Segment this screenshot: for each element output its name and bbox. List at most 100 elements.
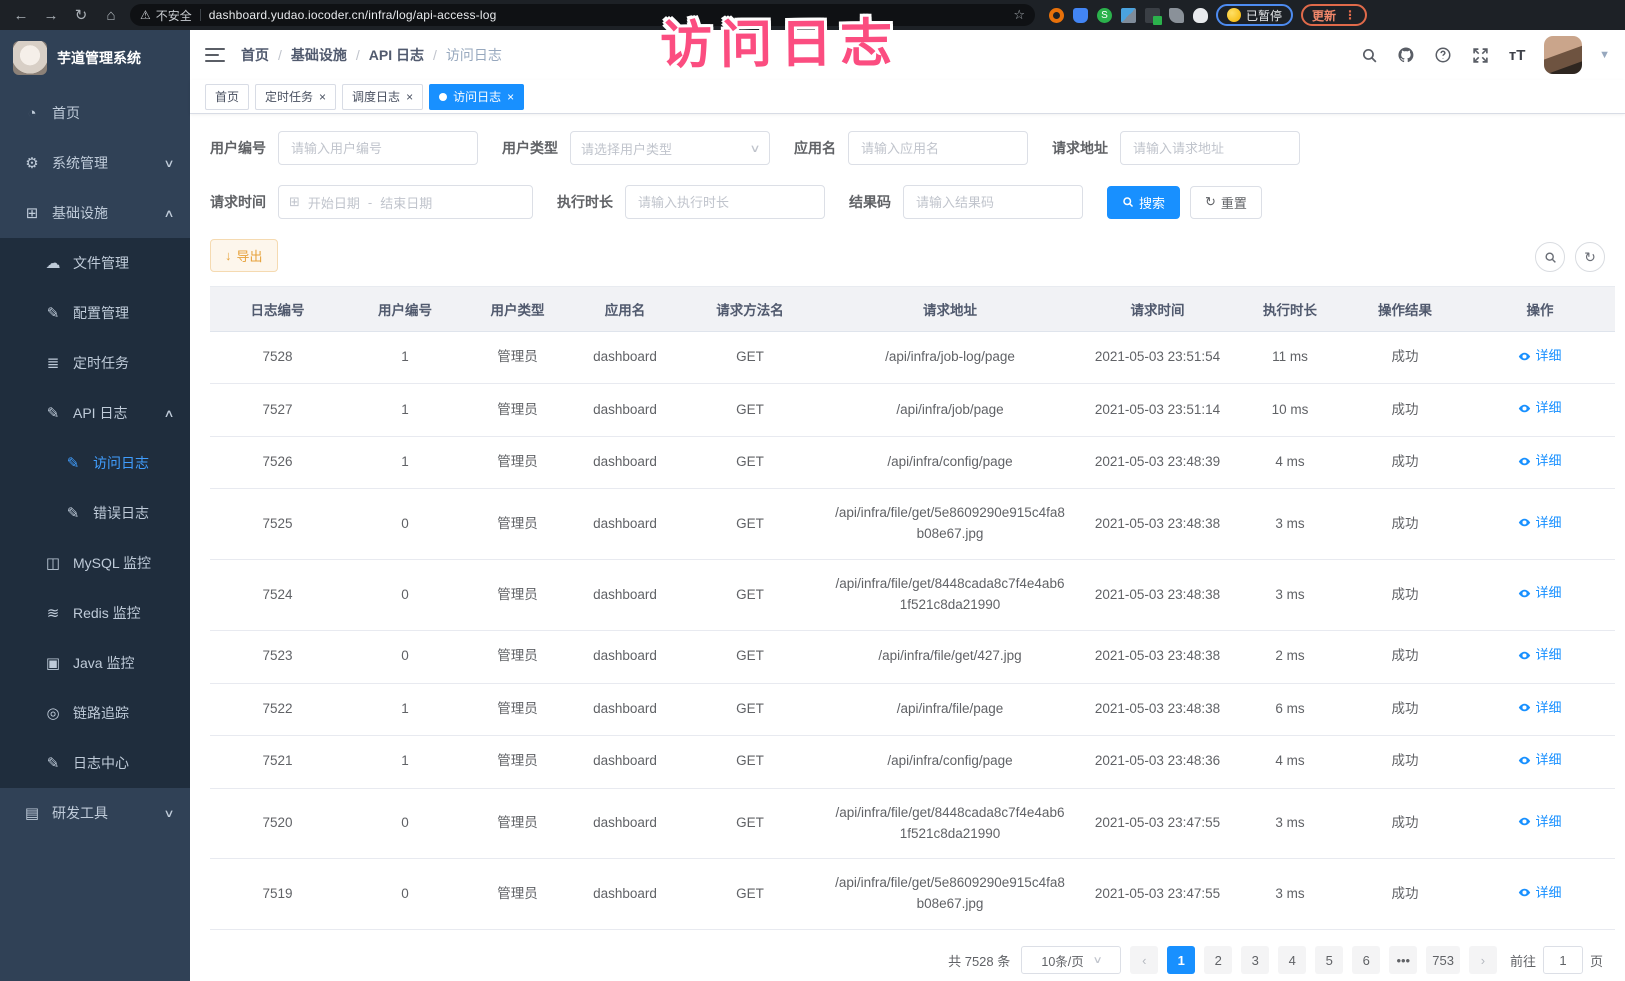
sidebar-item-config[interactable]: ✎配置管理 <box>0 288 190 338</box>
user-type-select[interactable]: 请选择用户类型 ∨ <box>570 131 770 165</box>
sidebar-toggle-icon[interactable] <box>205 48 225 62</box>
address-bar[interactable]: ⚠不安全 dashboard.yudao.iocoder.cn/infra/lo… <box>130 4 1035 26</box>
more-pages-button[interactable]: ••• <box>1389 946 1417 974</box>
font-size-icon[interactable]: ᴛT <box>1507 45 1527 65</box>
close-icon[interactable]: × <box>319 90 326 104</box>
sidebar-logo[interactable]: 芋道管理系统 <box>0 30 190 86</box>
column-header: 请求地址 <box>820 287 1080 332</box>
tag-job[interactable]: 定时任务× <box>255 84 336 110</box>
sidebar-item-system[interactable]: ⚙系统管理∨ <box>0 138 190 188</box>
sidebar-item-home[interactable]: ◔首页 <box>0 88 190 138</box>
access-log-table: 日志编号用户编号用户类型应用名请求方法名请求地址请求时间执行时长操作结果操作 7… <box>210 286 1615 930</box>
refresh-table-button[interactable]: ↻ <box>1575 242 1605 272</box>
fullscreen-icon[interactable] <box>1470 45 1490 65</box>
help-icon[interactable] <box>1433 45 1453 65</box>
page-button-6[interactable]: 6 <box>1352 946 1380 974</box>
page-buttons: 123456 ••• 753 <box>1167 946 1460 974</box>
cell-url: /api/infra/job-log/page <box>820 332 1080 384</box>
github-icon[interactable] <box>1396 45 1416 65</box>
detail-link[interactable]: 详细 <box>1518 513 1561 533</box>
sidebar-item-mysql[interactable]: ◫MySQL 监控 <box>0 538 190 588</box>
page-button-3[interactable]: 3 <box>1241 946 1269 974</box>
browser-reload-button[interactable]: ↻ <box>70 6 92 24</box>
extension-icon[interactable] <box>1049 8 1064 23</box>
prev-page-button[interactable]: ‹ <box>1130 946 1158 974</box>
extension-icon[interactable] <box>1073 8 1088 23</box>
request-url-input[interactable] <box>1120 131 1300 165</box>
extensions-puzzle-icon[interactable] <box>1193 8 1208 23</box>
detail-link[interactable]: 详细 <box>1518 883 1561 903</box>
goto-page-input[interactable] <box>1543 946 1583 974</box>
sidebar-item-job[interactable]: ≣定时任务 <box>0 338 190 388</box>
sidebar-item-redis[interactable]: ≋Redis 监控 <box>0 588 190 638</box>
extension-icon[interactable] <box>1121 8 1136 23</box>
page-button-5[interactable]: 5 <box>1315 946 1343 974</box>
extension-icon[interactable] <box>1169 8 1184 23</box>
toggle-search-button[interactable] <box>1535 242 1565 272</box>
bookmark-star-icon[interactable]: ☆ <box>1013 7 1025 23</box>
user-avatar[interactable] <box>1544 36 1582 74</box>
sidebar-item-error-log[interactable]: ✎错误日志 <box>0 488 190 538</box>
app-name-input[interactable] <box>848 131 1028 165</box>
sidebar-item-api-log[interactable]: ✎API 日志∧ <box>0 388 190 438</box>
cell-time: 2021-05-03 23:51:14 <box>1080 384 1235 436</box>
security-warning[interactable]: ⚠不安全 <box>140 7 192 24</box>
detail-link[interactable]: 详细 <box>1518 698 1561 718</box>
detail-link[interactable]: 详细 <box>1518 645 1561 665</box>
next-page-button[interactable]: › <box>1469 946 1497 974</box>
sidebar-item-label: 错误日志 <box>93 503 149 523</box>
browser-menu-icon[interactable]: ⋮ <box>1344 8 1356 22</box>
browser-back-button[interactable]: ← <box>10 7 32 24</box>
detail-link[interactable]: 详细 <box>1518 346 1561 366</box>
page-size-select[interactable]: 10条/页 ∨ <box>1021 946 1121 974</box>
result-code-input[interactable] <box>903 185 1083 219</box>
sidebar-item-log-center[interactable]: ✎日志中心 <box>0 738 190 788</box>
breadcrumb-item[interactable]: 基础设施 <box>291 45 347 65</box>
tag-label: 首页 <box>215 88 239 105</box>
chevron-down-icon[interactable]: ▼ <box>1599 49 1610 61</box>
cell-time: 2021-05-03 23:48:38 <box>1080 683 1235 735</box>
tag-job-log[interactable]: 调度日志× <box>342 84 423 110</box>
page-button-753[interactable]: 753 <box>1426 946 1460 974</box>
detail-link[interactable]: 详细 <box>1518 451 1561 471</box>
tag-access-log[interactable]: 访问日志× <box>429 84 524 110</box>
detail-link[interactable]: 详细 <box>1518 750 1561 770</box>
cell-id: 7522 <box>210 683 345 735</box>
browser-forward-button[interactable]: → <box>40 7 62 24</box>
extension-icon[interactable] <box>1145 8 1160 23</box>
sidebar-item-dev-tools[interactable]: ▤研发工具∨ <box>0 788 190 838</box>
browser-update-button[interactable]: 更新 ⋮ <box>1301 4 1367 26</box>
breadcrumb-item[interactable]: 首页 <box>241 45 269 65</box>
breadcrumb-item[interactable]: API 日志 <box>369 45 424 65</box>
detail-link[interactable]: 详细 <box>1518 398 1561 418</box>
tag-home[interactable]: 首页 <box>205 84 249 110</box>
detail-link[interactable]: 详细 <box>1518 812 1561 832</box>
sidebar-item-infra[interactable]: ⊞基础设施∧ <box>0 188 190 238</box>
close-icon[interactable]: × <box>406 90 413 104</box>
search-icon[interactable] <box>1359 45 1379 65</box>
reset-button[interactable]: ↻ 重置 <box>1190 186 1262 219</box>
extension-icon[interactable]: S <box>1097 8 1112 23</box>
extensions-tray: S <box>1049 8 1208 23</box>
cell-user_id: 1 <box>345 683 465 735</box>
close-icon[interactable]: × <box>507 90 514 104</box>
sidebar-item-trace[interactable]: ◎链路追踪 <box>0 688 190 738</box>
cell-user_type: 管理员 <box>465 631 570 683</box>
request-time-range-picker[interactable]: ⊞ 开始日期 - 结束日期 <box>278 185 533 219</box>
sidebar: 芋道管理系统 ◔首页⚙系统管理∨⊞基础设施∧☁文件管理✎配置管理≣定时任务✎AP… <box>0 30 190 981</box>
page-button-4[interactable]: 4 <box>1278 946 1306 974</box>
page-button-1[interactable]: 1 <box>1167 946 1195 974</box>
user-id-input[interactable] <box>278 131 478 165</box>
search-button[interactable]: 搜索 <box>1107 186 1180 219</box>
browser-home-button[interactable]: ⌂ <box>100 7 122 24</box>
detail-link[interactable]: 详细 <box>1518 583 1561 603</box>
sidebar-item-access-log[interactable]: ✎访问日志 <box>0 438 190 488</box>
duration-input[interactable] <box>625 185 825 219</box>
cell-user_type: 管理员 <box>465 788 570 859</box>
page-button-2[interactable]: 2 <box>1204 946 1232 974</box>
sidebar-item-java[interactable]: ▣Java 监控 <box>0 638 190 688</box>
cell-result: 成功 <box>1345 631 1465 683</box>
sidebar-item-file[interactable]: ☁文件管理 <box>0 238 190 288</box>
export-button[interactable]: ↓ 导出 <box>210 239 278 272</box>
browser-profile-chip[interactable]: 已暂停 <box>1216 4 1293 26</box>
